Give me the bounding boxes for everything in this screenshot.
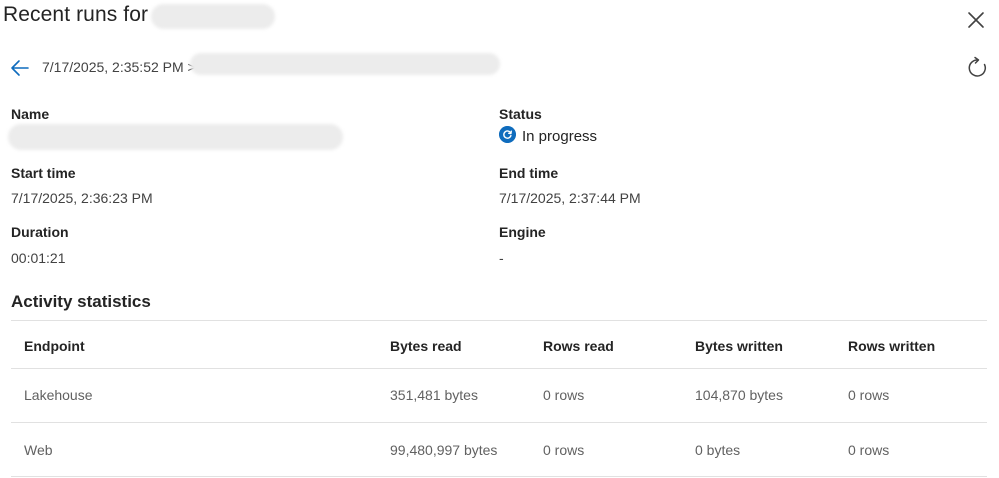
engine-label: Engine <box>499 224 546 240</box>
arrow-left-icon[interactable] <box>9 57 31 79</box>
start-time-value: 7/17/2025, 2:36:23 PM <box>11 190 153 206</box>
cell-bytes-read: 351,481 bytes <box>390 387 478 403</box>
redacted-pipeline-name <box>151 4 275 29</box>
duration-value: 00:01:21 <box>11 250 66 266</box>
start-time-label: Start time <box>11 165 76 181</box>
breadcrumb-run-time[interactable]: 7/17/2025, 2:35:52 PM > <box>42 59 196 75</box>
redacted-activity-name <box>190 53 500 75</box>
duration-label: Duration <box>11 224 69 240</box>
name-label: Name <box>11 106 50 122</box>
column-header-rows-read: Rows read <box>543 338 614 354</box>
column-header-endpoint: Endpoint <box>24 338 85 354</box>
section-divider <box>11 320 987 321</box>
redacted-run-name <box>8 124 343 150</box>
activity-statistics-title: Activity statistics <box>11 292 151 311</box>
panel-title: Recent runs for <box>3 3 149 26</box>
cell-endpoint: Lakehouse <box>24 387 93 403</box>
cell-rows-written: 0 rows <box>848 387 890 403</box>
status-value: In progress <box>522 128 598 145</box>
close-icon[interactable] <box>965 9 987 31</box>
column-header-rows-written: Rows written <box>848 338 936 354</box>
cell-bytes-read: 99,480,997 bytes <box>390 442 498 458</box>
in-progress-icon <box>499 126 516 143</box>
cell-bytes-written: 104,870 bytes <box>695 387 783 403</box>
refresh-icon[interactable] <box>966 56 990 80</box>
cell-bytes-written: 0 bytes <box>695 442 741 458</box>
column-header-bytes-written: Bytes written <box>695 338 783 354</box>
end-time-value: 7/17/2025, 2:37:44 PM <box>499 190 641 206</box>
cell-endpoint: Web <box>24 442 53 458</box>
engine-value: - <box>499 250 504 266</box>
row-divider <box>11 422 987 423</box>
cell-rows-read: 0 rows <box>543 442 585 458</box>
column-header-bytes-read: Bytes read <box>390 338 462 354</box>
cell-rows-read: 0 rows <box>543 387 585 403</box>
cell-rows-written: 0 rows <box>848 442 890 458</box>
row-divider <box>11 368 987 369</box>
status-label: Status <box>499 106 542 122</box>
end-time-label: End time <box>499 165 559 181</box>
row-divider <box>11 476 987 477</box>
